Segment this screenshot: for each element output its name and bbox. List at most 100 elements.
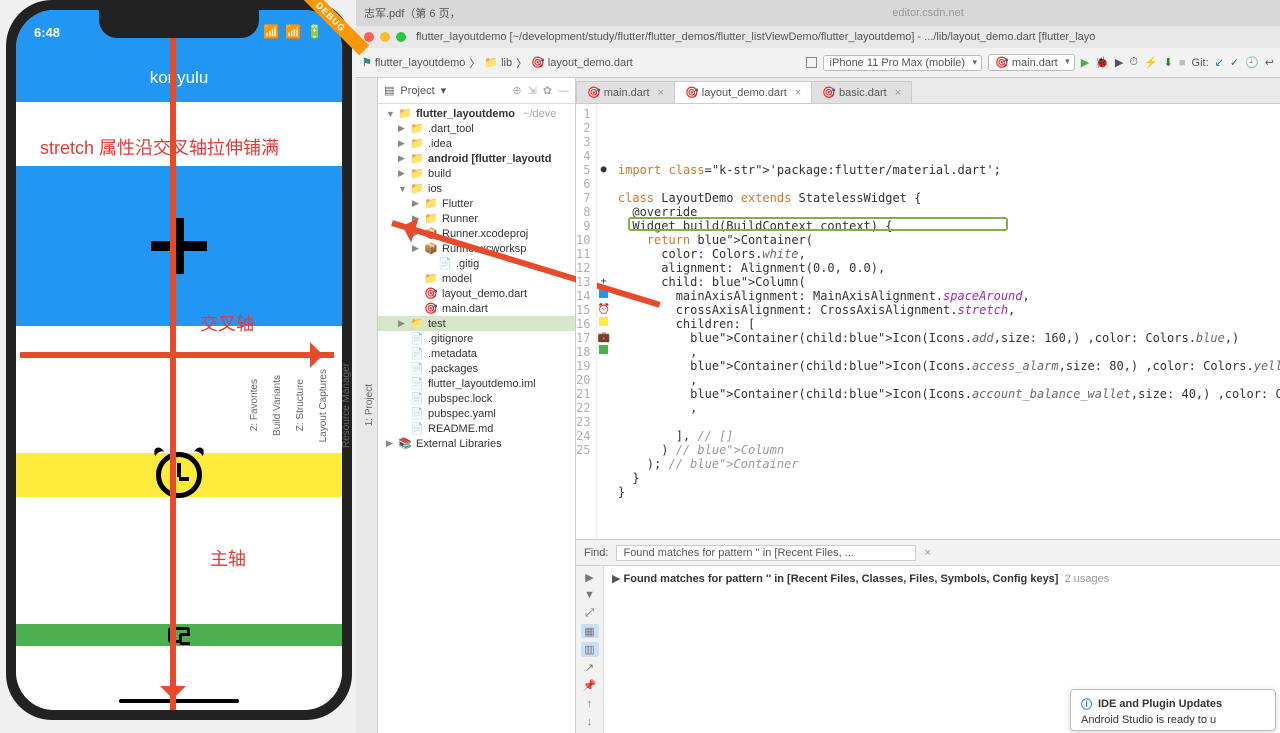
home-indicator [119, 699, 239, 703]
settings-icon[interactable]: ✿ [543, 84, 552, 97]
tree-item[interactable]: ▶📚External Libraries [378, 436, 575, 451]
locate-button[interactable]: ⊕ [512, 84, 521, 97]
ide-window: 志军.pdf（第 6 页， editor.csdn.net flutter_la… [356, 0, 1280, 733]
tree-item[interactable]: ▶📁build [378, 166, 575, 181]
find-input[interactable]: Found matches for pattern '' in [Recent … [616, 545, 916, 561]
tool-build-variants[interactable]: Build Variants [270, 369, 285, 442]
tree-item[interactable]: 🎯layout_demo.dart [378, 286, 575, 301]
code-text[interactable]: import class="k-str">'package:flutter/ma… [610, 104, 1280, 539]
preview-icon[interactable]: ▥ [581, 642, 599, 656]
code-editor[interactable]: 1234567891011121314151617181920212223242… [576, 104, 1280, 539]
hide-button[interactable]: — [558, 85, 569, 97]
tree-item[interactable]: ▶📁.idea [378, 136, 575, 151]
project-panel-header: ▤Project▾ ⊕ ⇲ ✿ — [378, 78, 575, 104]
popup-title: IDE and Plugin Updates [1081, 696, 1265, 712]
tool-favorites[interactable]: 2: Favorites [247, 373, 262, 437]
window-title: flutter_layoutdemo [~/development/study/… [416, 31, 1095, 43]
editor-tab[interactable]: 🎯 basic.dart× [811, 81, 912, 103]
hot-reload-button[interactable]: ⚡ [1144, 56, 1158, 69]
tree-item[interactable]: 🎯main.dart [378, 301, 575, 316]
add-icon [151, 218, 207, 274]
main-toolbar: ⚑flutter_layoutdemo〉 📁lib〉 🎯layout_demo.… [356, 48, 1280, 78]
tree-item[interactable]: 📄pubspec.yaml [378, 406, 575, 421]
tree-item[interactable]: 📄.metadata [378, 346, 575, 361]
tool-structure[interactable]: Z: Structure [293, 373, 308, 437]
tool-layout-captures[interactable]: Layout Captures [316, 363, 331, 448]
expand-icon[interactable]: ⤢ [581, 606, 599, 620]
group-icon[interactable]: ▦ [581, 624, 599, 638]
breadcrumb[interactable]: ⚑flutter_layoutdemo〉 📁lib〉 🎯layout_demo.… [362, 55, 633, 71]
editor-tab[interactable]: 🎯 layout_demo.dart× [674, 81, 812, 103]
tool-project[interactable]: 1: Project [362, 378, 377, 432]
tool-resource-manager[interactable]: Resource Manager [339, 357, 354, 454]
attach-button[interactable]: ⬇ [1164, 56, 1173, 69]
debug-button[interactable]: 🐞 [1095, 56, 1109, 69]
tree-item[interactable]: ▼📁flutter_layoutdemo~/deve [378, 106, 575, 121]
vcs-update-button[interactable]: ↙ [1215, 56, 1224, 69]
tree-item[interactable]: 📄.packages [378, 361, 575, 376]
simulator-frame: DEBUG 6:48 📶 📶 🔋 konyulu [6, 0, 352, 720]
project-view-selector[interactable]: Project [400, 85, 434, 97]
editor-tabs: 🎯 main.dart×🎯 layout_demo.dart×🎯 basic.d… [576, 78, 1280, 104]
next-icon[interactable]: ↓ [581, 715, 599, 729]
tree-item[interactable]: ▶📁test [378, 316, 575, 331]
find-bar: Find: Found matches for pattern '' in [R… [576, 539, 1280, 565]
app-title: konyulu [150, 68, 209, 88]
profile-button[interactable]: ⏱ [1129, 56, 1138, 69]
close-icon[interactable]: × [924, 547, 930, 559]
run-config-selector[interactable]: 🎯 main.dart [988, 54, 1075, 71]
pin-icon[interactable]: 📌 [581, 679, 599, 693]
git-label: Git: [1192, 57, 1209, 69]
wallet-icon [168, 627, 190, 643]
tree-item[interactable]: ▶📁.dart_tool [378, 121, 575, 136]
popup-body: Android Studio is ready to u [1081, 714, 1265, 726]
close-icon[interactable]: × [795, 87, 801, 99]
alarm-icon [156, 452, 202, 498]
tree-item[interactable]: 📁model [378, 271, 575, 286]
window-title-bar: flutter_layoutdemo [~/development/study/… [356, 26, 1280, 48]
editor-area: 🎯 main.dart×🎯 layout_demo.dart×🎯 basic.d… [576, 78, 1280, 733]
tree-item[interactable]: 📄README.md [378, 421, 575, 436]
rerun-icon[interactable]: ▶ [581, 570, 599, 584]
collapse-button[interactable]: ⇲ [528, 84, 537, 97]
run-button[interactable]: ▶ [1081, 56, 1089, 69]
coverage-button[interactable]: ▶ [1115, 56, 1123, 69]
macos-tab[interactable]: editor.csdn.net [576, 7, 1280, 19]
results-toolbar: ▶ ▼ ⤢ ▦ ▥ ↗ 📌 ↑ ↓ [576, 566, 604, 733]
vcs-history-button[interactable]: 🕘 [1245, 56, 1259, 69]
tree-item[interactable]: ▶📁android [flutter_layoutd [378, 151, 575, 166]
tree-item[interactable]: 📄.gitig [378, 256, 575, 271]
line-gutter: 1234567891011121314151617181920212223242… [576, 104, 597, 539]
editor-tab[interactable]: 🎯 main.dart× [576, 81, 675, 103]
tree-item[interactable]: ▶📦Runner.xcodeproj [378, 226, 575, 241]
stop-button[interactable]: ■ [1179, 57, 1186, 69]
app-bar: konyulu [16, 54, 342, 102]
vcs-commit-button[interactable]: ✓ [1230, 56, 1239, 69]
filter-icon[interactable]: ▼ [581, 588, 599, 602]
project-tree[interactable]: ▼📁flutter_layoutdemo~/deve▶📁.dart_tool▶📁… [378, 104, 575, 733]
find-label: Find: [584, 547, 608, 559]
container-green [16, 624, 342, 646]
tree-item[interactable]: ▶📁Runner [378, 211, 575, 226]
traffic-lights[interactable] [364, 32, 406, 42]
container-blue [16, 166, 342, 326]
tree-item[interactable]: 📄flutter_layoutdemo.iml [378, 376, 575, 391]
tree-item[interactable]: ▶📦Runner.xcworksp [378, 241, 575, 256]
device-selector[interactable]: iPhone 11 Pro Max (mobile) [823, 55, 983, 71]
macos-tab-bar: 志军.pdf（第 6 页， editor.csdn.net [356, 0, 1280, 26]
notification-popup[interactable]: IDE and Plugin Updates Android Studio is… [1070, 689, 1276, 731]
tree-item[interactable]: ▼📁ios [378, 181, 575, 196]
container-yellow [16, 453, 342, 497]
tree-item[interactable]: 📄.gitignore [378, 331, 575, 346]
macos-tab[interactable]: 志军.pdf（第 6 页， [364, 5, 564, 21]
tree-item[interactable]: ▶📁Flutter [378, 196, 575, 211]
vcs-revert-button[interactable]: ↩ [1265, 56, 1274, 69]
tree-item[interactable]: 📄pubspec.lock [378, 391, 575, 406]
close-icon[interactable]: × [895, 87, 901, 99]
close-icon[interactable]: × [658, 87, 664, 99]
export-icon[interactable]: ↗ [581, 661, 599, 675]
prev-icon[interactable]: ↑ [581, 697, 599, 711]
status-time: 6:48 [34, 25, 60, 40]
tool-button[interactable] [806, 57, 817, 68]
notch [99, 10, 259, 38]
